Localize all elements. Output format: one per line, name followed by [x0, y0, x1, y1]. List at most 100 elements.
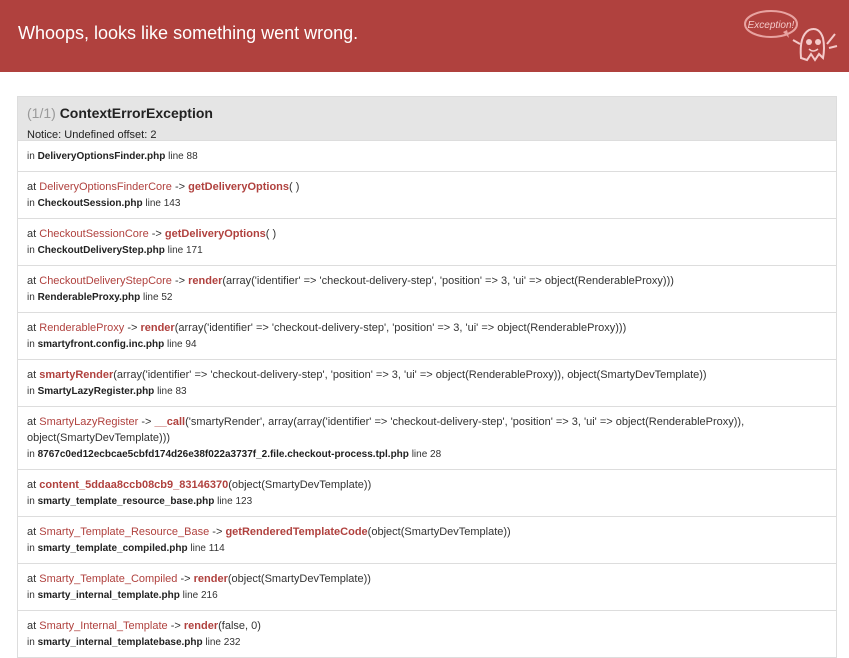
frame-file[interactable]: smarty_internal_template.php [38, 590, 180, 601]
frame-function[interactable]: content_5ddaa8ccb08cb9_83146370 [39, 479, 228, 491]
frame-location: in SmartyLazyRegister.php line 83 [27, 384, 827, 400]
frame-prefix: at [27, 181, 37, 193]
line-label: line [167, 245, 184, 256]
frame-separator: -> [212, 526, 223, 538]
frame-file[interactable]: DeliveryOptionsFinder.php [38, 151, 166, 162]
in-label: in [27, 386, 35, 397]
frame-function[interactable]: __call [155, 416, 186, 428]
frame-file[interactable]: smarty_template_compiled.php [38, 543, 188, 554]
frame-function[interactable]: getDeliveryOptions [188, 181, 289, 193]
frame-separator: -> [174, 181, 186, 193]
stack-frame: at Smarty_Internal_Template -> render(fa… [18, 611, 836, 658]
frame-args: (object(SmartyDevTemplate)) [367, 526, 511, 538]
frame-location: in smartyfront.config.inc.php line 94 [27, 337, 827, 353]
frame-prefix: at [27, 416, 37, 428]
frame-call: at CheckoutDeliveryStepCore -> render(ar… [27, 273, 827, 289]
frame-call: at smartyRender(array('identifier' => 'c… [27, 367, 827, 383]
frame-function[interactable]: render [140, 322, 174, 334]
frame-location: in RenderableProxy.php line 52 [27, 290, 827, 306]
frame-class[interactable]: RenderableProxy [39, 322, 124, 334]
in-label: in [27, 245, 35, 256]
stack-frame: at DeliveryOptionsFinderCore -> getDeliv… [18, 172, 836, 219]
frame-separator: -> [180, 573, 191, 585]
line-label: line [411, 449, 428, 460]
svg-text:Exception!: Exception! [748, 20, 795, 31]
frame-location: in 8767c0ed12ecbcae5cbfd174d26e38f022a37… [27, 447, 827, 463]
frame-line: 28 [430, 449, 442, 460]
frame-class[interactable]: Smarty_Template_Resource_Base [39, 526, 209, 538]
frame-class[interactable]: Smarty_Internal_Template [39, 620, 167, 632]
stack-frame: at smartyRender(array('identifier' => 'c… [18, 360, 836, 407]
frame-args: (false, 0) [218, 620, 261, 632]
frame-args: ( ) [265, 228, 277, 240]
frame-line: 83 [175, 386, 187, 397]
frame-prefix: at [27, 322, 37, 334]
frame-line: 114 [208, 543, 225, 554]
frame-prefix: at [27, 620, 37, 632]
frame-class[interactable]: CheckoutDeliveryStepCore [39, 275, 172, 287]
frame-file[interactable]: CheckoutSession.php [38, 198, 143, 209]
in-label: in [27, 637, 35, 648]
frame-class[interactable]: SmartyLazyRegister [39, 416, 138, 428]
exception-panel: (1/1) ContextErrorException Notice: Unde… [17, 96, 837, 658]
stack-frame: at Smarty_Template_Resource_Base -> getR… [18, 517, 836, 564]
stack-frame: at CheckoutDeliveryStepCore -> render(ar… [18, 266, 836, 313]
stack-frame: at CheckoutSessionCore -> getDeliveryOpt… [18, 219, 836, 266]
line-label: line [217, 496, 233, 507]
exception-title: (1/1) ContextErrorException [27, 105, 827, 121]
frame-file[interactable]: 8767c0ed12ecbcae5cbfd174d26e38f022a3737f… [38, 449, 409, 460]
frame-file[interactable]: smarty_internal_templatebase.php [38, 637, 203, 648]
frame-prefix: at [27, 369, 37, 381]
frame-function[interactable]: getRenderedTemplateCode [225, 526, 367, 538]
frame-location: in smarty_template_resource_base.php lin… [27, 494, 827, 510]
frame-args: (array('identifier' => 'checkout-deliver… [222, 275, 674, 287]
frame-location: in smarty_internal_templatebase.php line… [27, 635, 827, 651]
frame-separator: -> [141, 416, 152, 428]
exception-ghost-logo: Exception! [744, 10, 838, 62]
in-label: in [27, 590, 35, 601]
frame-function[interactable]: getDeliveryOptions [165, 228, 266, 240]
frame-file[interactable]: CheckoutDeliveryStep.php [38, 245, 165, 256]
frame-class[interactable]: DeliveryOptionsFinderCore [39, 181, 172, 193]
frame-call: at content_5ddaa8ccb08cb9_83146370(objec… [27, 477, 827, 493]
frame-function[interactable]: render [184, 620, 218, 632]
frame-line: 123 [235, 496, 253, 507]
stack-trace: in DeliveryOptionsFinder.php line 88 at D… [18, 141, 836, 658]
line-label: line [145, 198, 161, 209]
frame-call: at Smarty_Template_Resource_Base -> getR… [27, 524, 827, 540]
frame-location: in smarty_internal_template.php line 216 [27, 588, 827, 604]
frame-location: in CheckoutDeliveryStep.php line 171 [27, 243, 827, 259]
in-label: in [27, 496, 35, 507]
frame-function[interactable]: render [188, 275, 222, 287]
frame-args: (array('identifier' => 'checkout-deliver… [174, 322, 627, 334]
frame-file[interactable]: smarty_template_resource_base.php [38, 496, 215, 507]
frame-prefix: at [27, 573, 37, 585]
frame-separator: -> [174, 275, 186, 287]
frame-call: at Smarty_Template_Compiled -> render(ob… [27, 571, 827, 587]
frame-prefix: at [27, 479, 37, 491]
frame-location: in CheckoutSession.php line 143 [27, 196, 827, 212]
frame-args: (object(SmartyDevTemplate)) [228, 479, 372, 491]
frame-args: ( ) [289, 181, 300, 193]
in-label: in [27, 198, 35, 209]
frame-class[interactable]: Smarty_Template_Compiled [39, 573, 177, 585]
in-label: in [27, 449, 35, 460]
frame-file[interactable]: SmartyLazyRegister.php [38, 386, 155, 397]
frame-function[interactable]: render [194, 573, 228, 585]
stack-frame: at RenderableProxy -> render(array('iden… [18, 313, 836, 360]
error-header: Whoops, looks like something went wrong.… [0, 0, 849, 72]
frame-function[interactable]: smartyRender [39, 369, 113, 381]
line-label: line [142, 292, 159, 303]
frame-call: at SmartyLazyRegister -> __call('smartyR… [27, 414, 827, 446]
line-label: line [182, 590, 199, 601]
stack-frame: at content_5ddaa8ccb08cb9_83146370(objec… [18, 470, 836, 517]
frame-file[interactable]: smartyfront.config.inc.php [38, 339, 165, 350]
frame-line: 52 [161, 292, 173, 303]
frame-class[interactable]: CheckoutSessionCore [39, 228, 148, 240]
frame-file[interactable]: RenderableProxy.php [38, 292, 141, 303]
frame-line: 143 [163, 198, 181, 209]
frame-separator: -> [151, 228, 162, 240]
frame-location: in DeliveryOptionsFinder.php line 88 [27, 149, 827, 165]
in-label: in [27, 292, 35, 303]
exception-header: (1/1) ContextErrorException Notice: Unde… [18, 97, 836, 141]
